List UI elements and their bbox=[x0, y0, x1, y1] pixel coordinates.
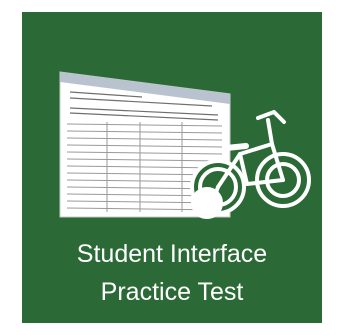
tile-title-line-1: Student Interface bbox=[76, 240, 268, 268]
tile-title-line-2: Practice Test bbox=[100, 278, 244, 306]
tile-caption: Student Interface Practice Test bbox=[22, 235, 322, 311]
student-interface-practice-test-tile[interactable]: Student Interface Practice Test bbox=[22, 12, 322, 323]
